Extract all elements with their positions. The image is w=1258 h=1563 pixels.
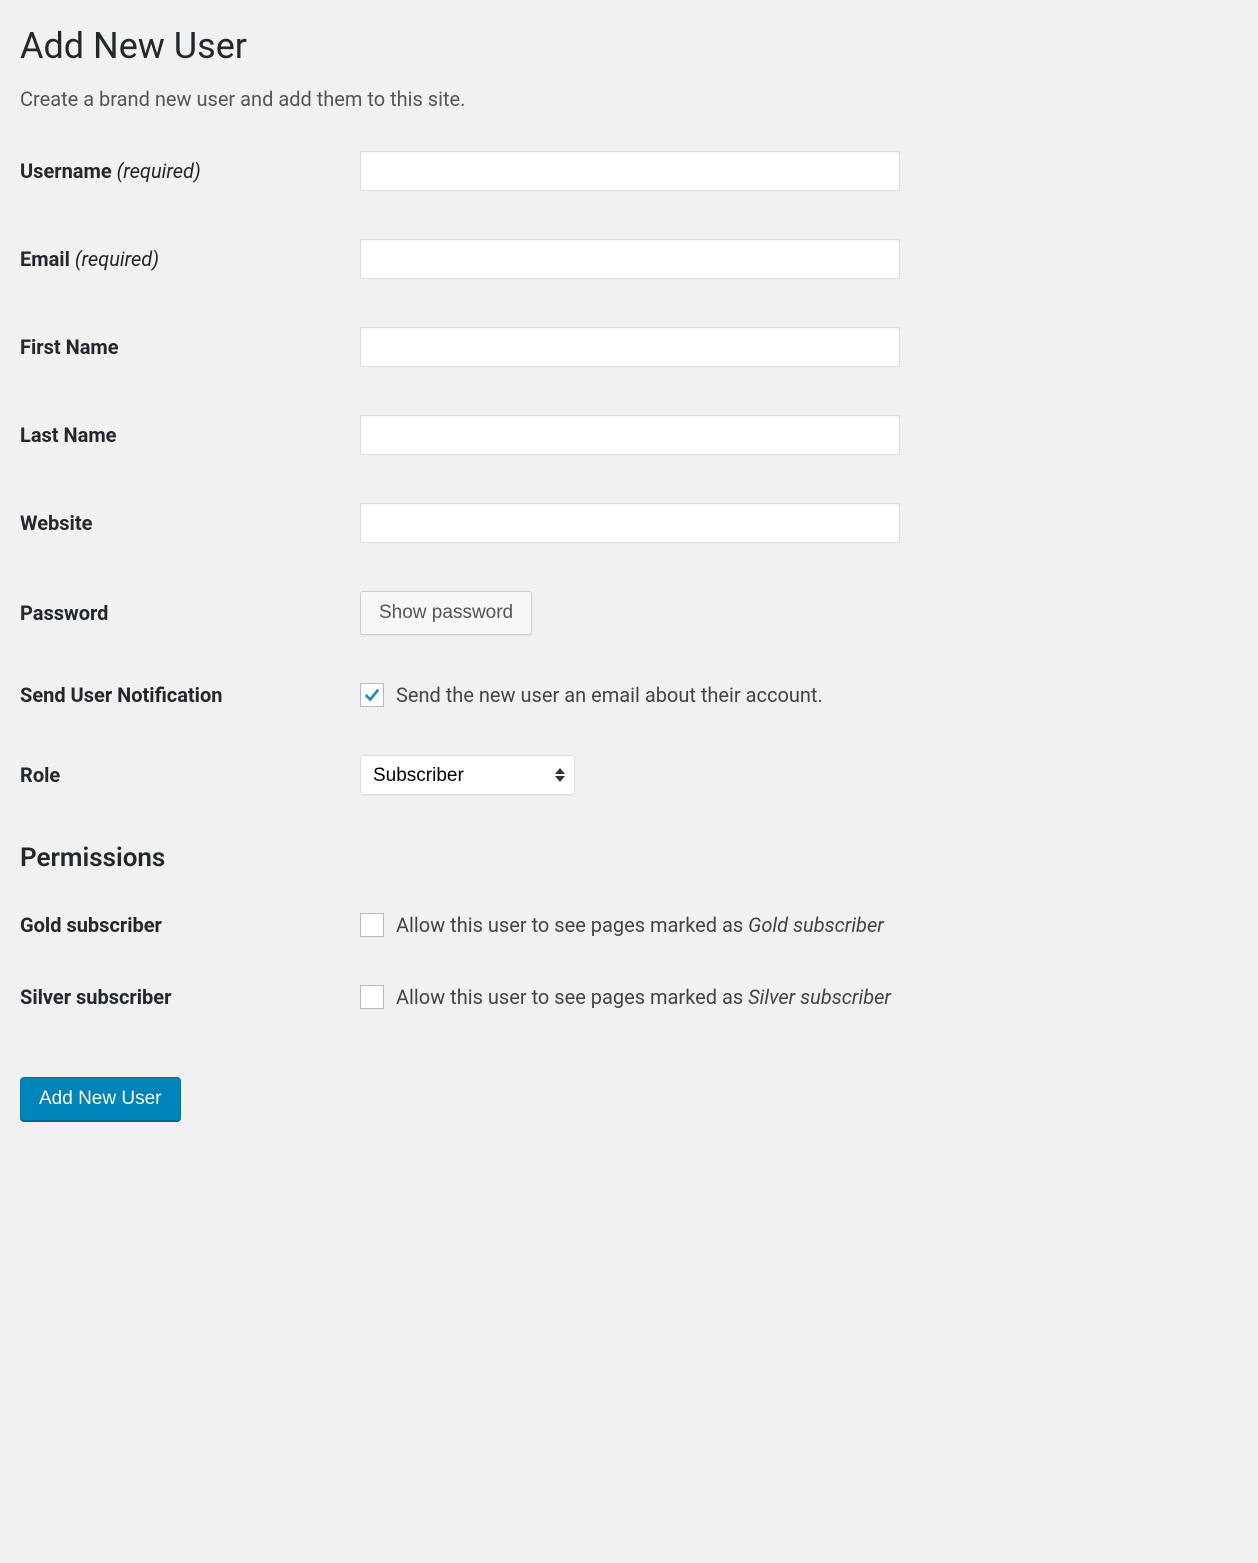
firstname-row: First Name [20,327,1238,367]
page-subtitle: Create a brand new user and add them to … [20,87,1238,111]
gold-subscriber-label: Gold subscriber [20,913,360,937]
permissions-heading: Permissions [20,843,1238,873]
notification-row: Send User Notification Send the new user… [20,683,1238,707]
website-input[interactable] [360,503,900,543]
show-password-button[interactable]: Show password [360,591,532,635]
silver-subscriber-checkbox-label: Allow this user to see pages marked as S… [396,985,891,1009]
gold-subscriber-checkbox[interactable] [360,913,384,937]
add-new-user-button[interactable]: Add New User [20,1077,181,1121]
website-label: Website [20,511,360,535]
lastname-row: Last Name [20,415,1238,455]
firstname-label: First Name [20,335,360,359]
lastname-label: Last Name [20,423,360,447]
username-label: Username (required) [20,159,360,183]
role-label: Role [20,763,360,787]
role-row: Role Subscriber [20,755,1238,795]
notification-checkbox[interactable] [360,683,384,707]
password-label: Password [20,601,360,625]
notification-checkbox-label: Send the new user an email about their a… [396,683,823,707]
role-select[interactable]: Subscriber [360,755,575,795]
username-input[interactable] [360,151,900,191]
website-row: Website [20,503,1238,543]
lastname-input[interactable] [360,415,900,455]
email-input[interactable] [360,239,900,279]
email-label: Email (required) [20,247,360,271]
silver-subscriber-checkbox[interactable] [360,985,384,1009]
check-icon [363,686,381,704]
password-row: Password Show password [20,591,1238,635]
page-title: Add New User [20,20,1238,67]
notification-label: Send User Notification [20,683,360,707]
gold-subscriber-checkbox-label: Allow this user to see pages marked as G… [396,913,884,937]
email-row: Email (required) [20,239,1238,279]
username-row: Username (required) [20,151,1238,191]
silver-subscriber-label: Silver subscriber [20,985,360,1009]
silver-subscriber-row: Silver subscriber Allow this user to see… [20,985,1238,1009]
firstname-input[interactable] [360,327,900,367]
gold-subscriber-row: Gold subscriber Allow this user to see p… [20,913,1238,937]
add-user-form: Username (required) Email (required) Fir… [20,151,1238,1121]
